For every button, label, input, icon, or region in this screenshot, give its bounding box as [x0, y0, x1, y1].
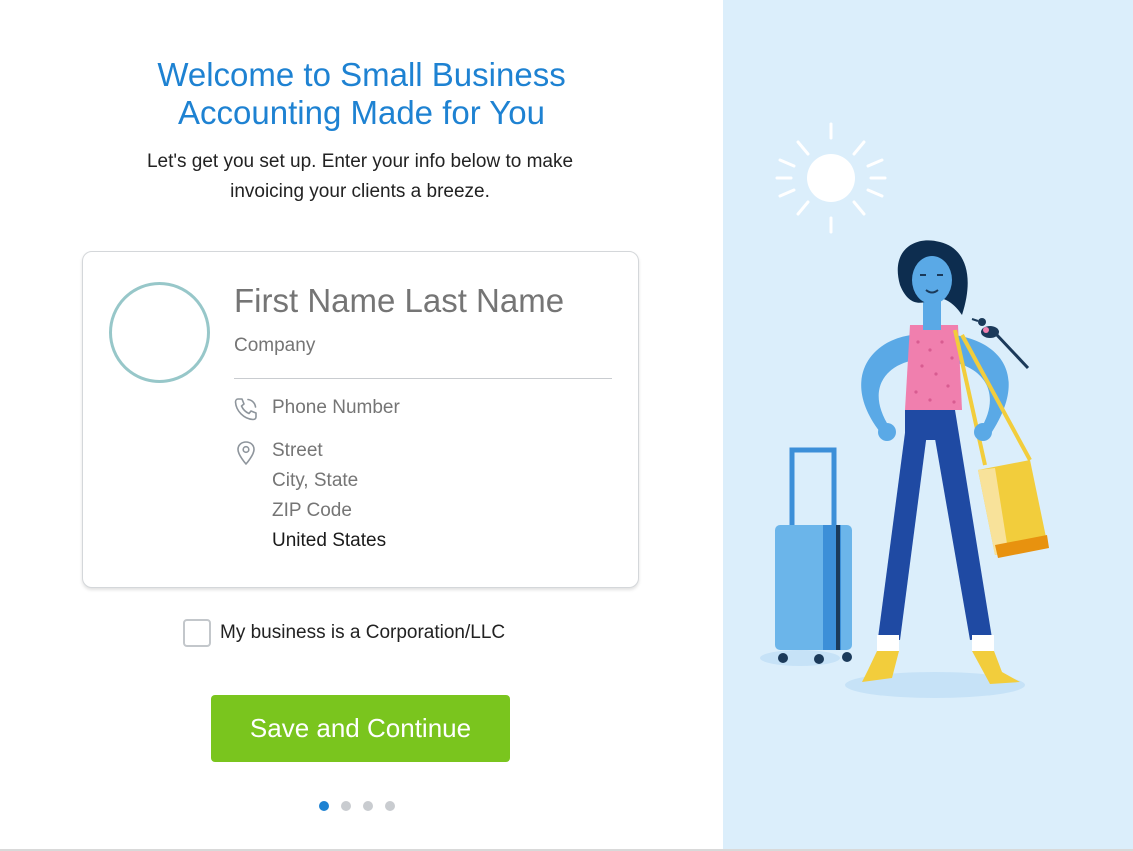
zip-input[interactable] — [272, 500, 572, 522]
step-dot-2 — [341, 801, 351, 811]
logo-upload-circle[interactable] — [109, 282, 210, 383]
traveler-illustration — [760, 122, 1049, 698]
title-line-1: Welcome to Small Business — [157, 56, 566, 93]
subtitle-line-1: Let's get you set up. Enter your info be… — [146, 151, 574, 172]
country-select[interactable]: United States — [272, 530, 386, 552]
save-and-continue-button[interactable]: Save and Continue — [211, 695, 510, 762]
card-divider — [234, 378, 612, 379]
corporation-checkbox[interactable] — [183, 619, 211, 647]
name-input[interactable] — [234, 282, 614, 320]
phone-input[interactable] — [272, 397, 572, 419]
phone-icon — [234, 398, 257, 421]
title-line-2: Accounting Made for You — [178, 94, 545, 131]
city-state-input[interactable] — [272, 470, 572, 492]
subtitle-line-2: invoicing your clients a breeze. — [230, 181, 490, 202]
step-dot-1 — [319, 801, 329, 811]
suitcase-icon — [775, 447, 852, 664]
luggage-shadow — [760, 650, 840, 666]
company-input[interactable] — [234, 335, 614, 357]
page-subtitle: Let's get you set up. Enter your info be… — [110, 147, 610, 207]
step-dot-3 — [363, 801, 373, 811]
setup-panel: Welcome to Small Business Accounting Mad… — [0, 0, 723, 851]
business-info-card: United States — [82, 251, 639, 588]
page-title: Welcome to Small Business Accounting Mad… — [0, 56, 723, 132]
step-dot-4 — [385, 801, 395, 811]
illustration-panel — [723, 0, 1133, 851]
location-pin-icon — [237, 441, 255, 465]
street-input[interactable] — [272, 440, 572, 462]
corporation-checkbox-label[interactable]: My business is a Corporation/LLC — [220, 622, 505, 644]
sun-icon — [775, 122, 887, 234]
